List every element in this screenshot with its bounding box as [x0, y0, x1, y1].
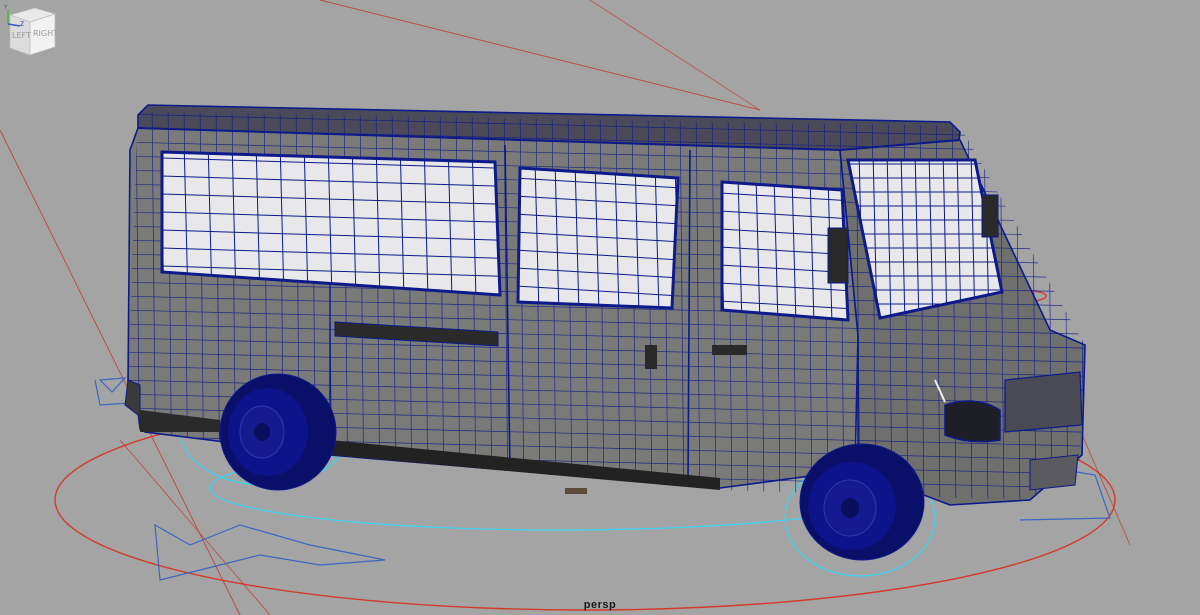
viewcube-right-face[interactable]: RIGHT	[33, 29, 58, 38]
wire-line	[120, 506, 1090, 530]
axis-indicator: Y Z	[3, 4, 24, 28]
rear-wheel[interactable]	[219, 373, 337, 491]
wire-line	[120, 100, 124, 510]
camera-name-label: persp	[583, 599, 617, 611]
viewcube-left-face[interactable]: LEFT	[12, 31, 31, 40]
3d-viewport[interactable]: LEFT RIGHT Y Z persp	[0, 0, 1200, 615]
front-wheel[interactable]	[799, 443, 925, 561]
z-axis-label: Z	[20, 21, 24, 28]
y-axis-label: Y	[3, 4, 8, 11]
scene-canvas[interactable]	[0, 0, 1200, 615]
z-axis-icon	[7, 23, 21, 27]
